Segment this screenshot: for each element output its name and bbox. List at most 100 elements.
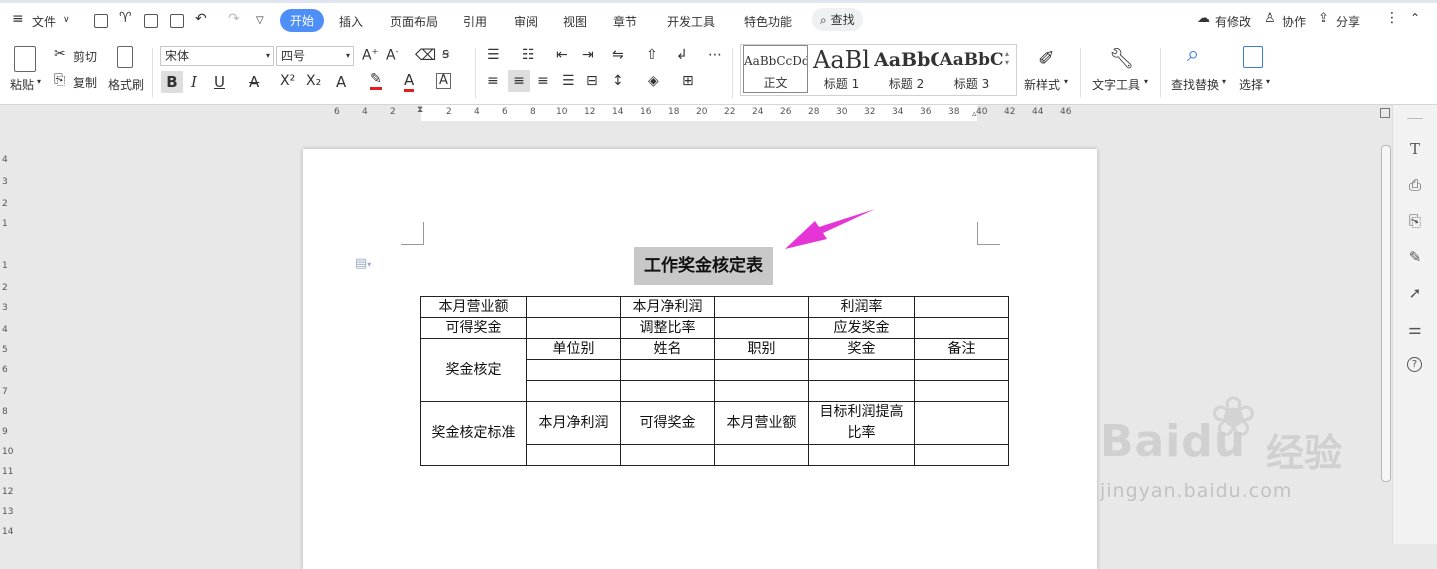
borders-icon[interactable]: ⊞ [682,73,694,89]
strikethrough-button[interactable]: A [249,73,259,91]
tab-page-layout[interactable]: 页面布局 [390,13,438,30]
changes-status[interactable]: 有修改 [1215,13,1251,30]
text-tools-button[interactable]: 文字工具 [1092,76,1140,93]
text-direction-icon[interactable]: ⇧ [646,47,658,63]
table-cell[interactable] [914,296,1009,318]
table-cell[interactable] [526,296,621,318]
decrease-indent-icon[interactable]: ⇤ [556,47,568,63]
table-cell[interactable]: 可得奖金 [620,401,715,445]
chevron-down-icon[interactable]: ▾ [1222,77,1226,86]
find-replace-icon[interactable]: ⌕ [1187,42,1199,67]
table-cell[interactable] [914,380,1009,402]
table-cell[interactable] [914,444,1009,466]
font-name-select[interactable]: 宋体 ▾ [160,46,274,66]
print-icon[interactable] [144,14,158,28]
increase-font-icon[interactable]: A+ [362,47,378,64]
superscript-button[interactable]: X² [280,73,295,89]
paragraph-options-icon[interactable]: ▤▾ [355,256,371,271]
table-cell[interactable]: 本月净利润 [526,401,621,445]
table-cell[interactable] [808,444,915,466]
shading-icon[interactable]: ◈ [648,73,659,89]
table-cell[interactable] [914,359,1009,381]
table-cell[interactable] [620,380,715,402]
tab-references[interactable]: 引用 [463,13,487,30]
table-cell[interactable] [808,359,915,381]
search-button[interactable]: ⌕ 查找 [812,8,863,31]
table-cell[interactable] [620,359,715,381]
ruler-toggle-icon[interactable] [1380,108,1390,118]
table-cell[interactable]: 奖金 [808,338,915,360]
tab-developer[interactable]: 开发工具 [667,13,715,30]
chevron-down-icon[interactable]: ▾ [1266,77,1270,86]
share-button[interactable]: 分享 [1336,13,1360,30]
chevron-down-icon[interactable]: ▾ [1064,77,1068,86]
highlight-icon[interactable]: ✎ [370,71,382,90]
vertical-scrollbar[interactable] [1378,105,1392,544]
tab-home[interactable]: 开始 [280,9,325,32]
collab-button[interactable]: 协作 [1282,13,1306,30]
copy-button[interactable]: 复制 [73,74,97,91]
find-replace-button[interactable]: 查找替换 [1171,76,1219,93]
document-title[interactable]: 工作奖金核定表 [634,247,773,285]
new-style-icon[interactable]: ✐ [1038,46,1055,70]
table-cell[interactable]: 备注 [914,338,1009,360]
table-cell[interactable] [714,296,809,318]
sliders-icon[interactable]: ⚌ [1407,321,1423,337]
table-cell[interactable] [914,401,1009,445]
underline-button[interactable]: U [214,73,225,91]
paste-dropdown-icon[interactable]: ▾ [37,77,41,86]
scissors-icon[interactable]: ✂ [54,46,66,62]
decrease-font-icon[interactable]: A- [386,47,398,64]
table-cell[interactable]: 奖金核定 [420,338,527,402]
style-heading-3[interactable]: AaBbC 标题 3 [939,45,1004,93]
font-size-select[interactable]: 四号 ▾ [276,46,354,66]
table-cell[interactable]: 本月净利润 [620,296,715,318]
table-cell[interactable]: 奖金核定标准 [420,401,527,466]
new-style-button[interactable]: 新样式 [1024,76,1060,93]
vertical-ruler[interactable]: 4 3 2 1 1 2 3 4 5 6 7 8 9 10 11 12 13 14 [0,121,14,544]
panel-handle[interactable] [1407,118,1423,119]
table-cell[interactable] [714,380,809,402]
tab-chapter[interactable]: 章节 [613,13,637,30]
table-cell[interactable]: 应发奖金 [808,317,915,339]
save-icon[interactable] [94,14,108,28]
table-cell[interactable] [526,317,621,339]
table-cell[interactable] [526,359,621,381]
table-cell[interactable] [808,380,915,402]
table-cell[interactable] [714,444,809,466]
bold-button[interactable]: B [161,71,183,93]
table-cell[interactable]: 利润率 [808,296,915,318]
export-icon[interactable]: ♈ [119,10,132,26]
style-normal[interactable]: AaBbCcDd 正文 [743,45,808,93]
line-spacing-icon[interactable]: ↕ [612,73,624,89]
clear-format-icon[interactable]: ⌫ [415,46,436,64]
table-cell[interactable]: 本月营业额 [714,401,809,445]
align-left-icon[interactable]: ≡ [487,73,499,89]
table-cell[interactable] [714,359,809,381]
first-line-indent-marker[interactable]: ⧗ [417,105,423,115]
line-break-icon[interactable]: ↲ [676,47,688,63]
text-effect-button[interactable]: A [336,73,346,91]
table-cell[interactable] [526,380,621,402]
table-cell[interactable]: 职别 [714,338,809,360]
copy-icon[interactable]: ⎘ [54,72,65,88]
hamburger-icon[interactable]: ≡ [12,11,24,27]
chevron-down-icon[interactable]: ∨ [63,15,70,25]
more-icon[interactable]: ⋮ [1385,10,1399,26]
font-color-button[interactable]: A [404,71,415,92]
text-format-icon[interactable]: T [1407,141,1423,157]
justify-icon[interactable]: ☰ [562,73,575,89]
document-page[interactable]: ▤▾ 工作奖金核定表 本月营业额 本月净利润 利润率 可得奖金 调整比率 应发奖… [303,149,1097,569]
table-cell[interactable]: 目标利润提高比率 [808,401,915,445]
document-icon[interactable]: ⎙ [1407,177,1423,193]
table-cell[interactable]: 单位别 [526,338,621,360]
table-cell[interactable] [914,317,1009,339]
align-right-icon[interactable]: ≡ [537,73,549,89]
file-menu[interactable]: 文件 [32,13,56,30]
horizontal-ruler[interactable]: ⧗ ▵ 6 4 2 2 4 6 8 10 12 14 16 18 20 22 2… [0,105,1378,121]
bonus-table[interactable]: 本月营业额 本月净利润 利润率 可得奖金 调整比率 应发奖金 奖金核定 单位别 … [420,296,1009,466]
collapse-ribbon-icon[interactable]: ⌃ [1410,11,1420,25]
gallery-scroll-icon[interactable]: ▴ ▾ [1005,49,1009,67]
align-center-icon[interactable]: ≡ [508,70,530,92]
subscript-button[interactable]: X₂ [306,73,321,89]
